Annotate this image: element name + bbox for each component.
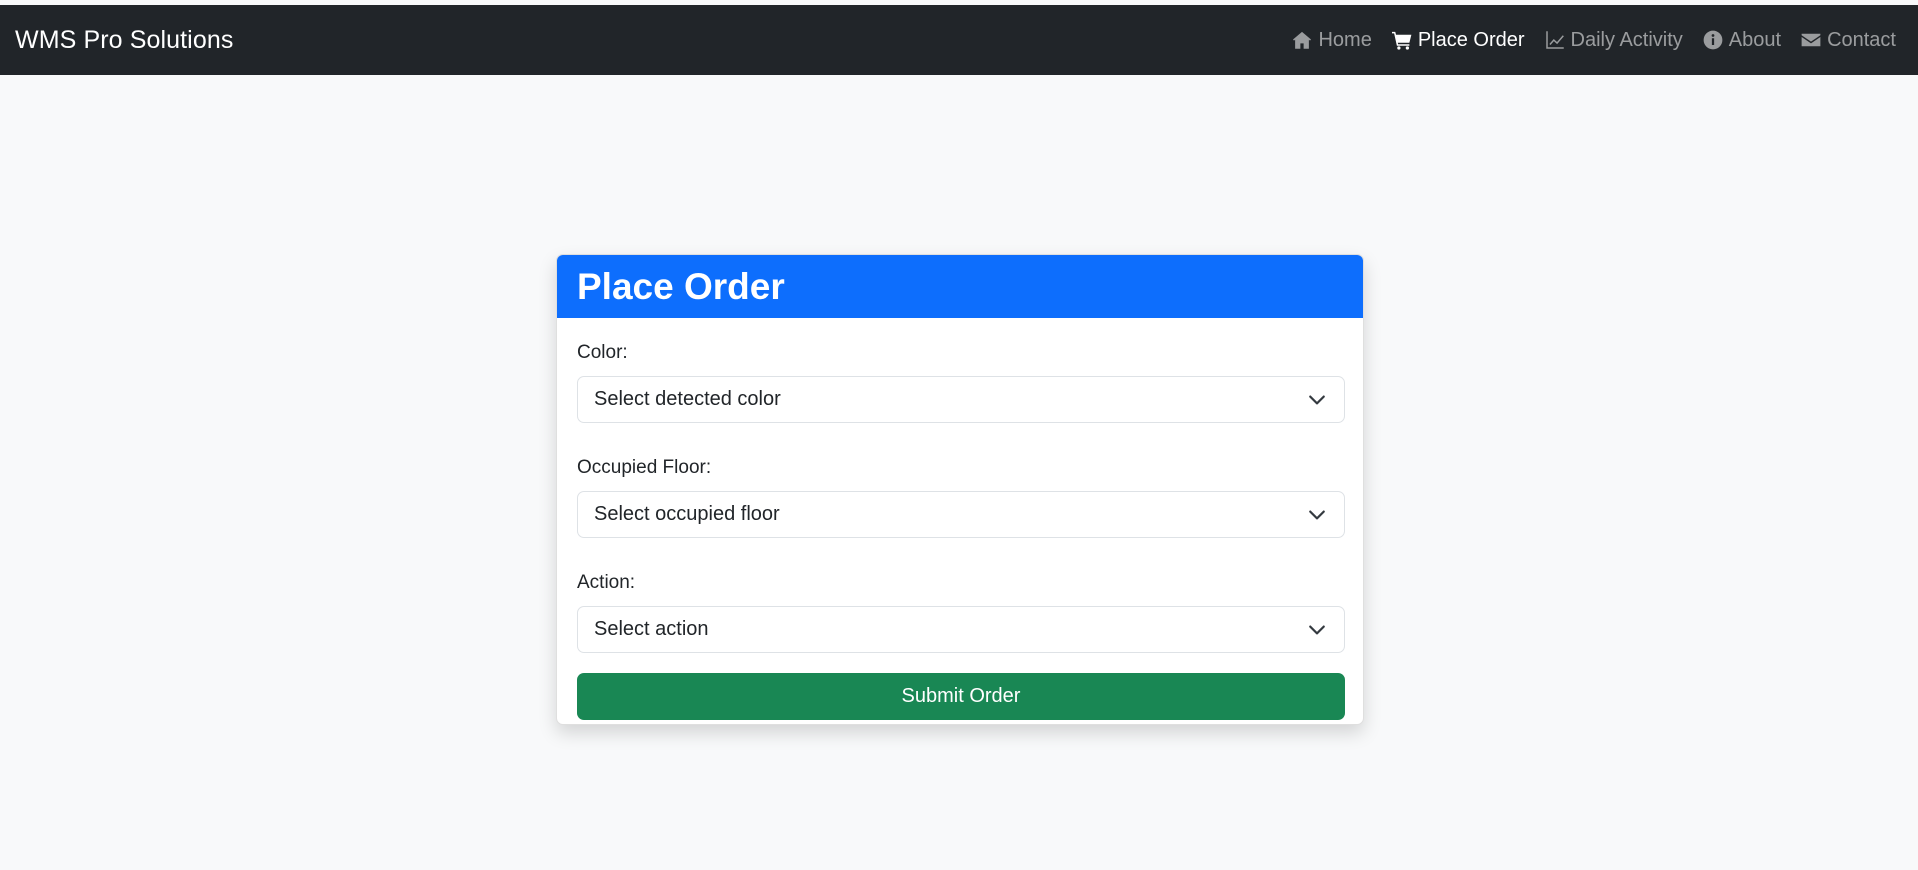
nav-about[interactable]: About xyxy=(1703,29,1781,52)
chart-line-icon xyxy=(1545,31,1564,49)
chevron-down-icon xyxy=(1309,625,1325,635)
nav-home-label: Home xyxy=(1318,28,1372,51)
envelope-icon xyxy=(1801,33,1821,47)
house-icon xyxy=(1293,31,1312,49)
nav-daily-activity[interactable]: Daily Activity xyxy=(1545,29,1683,52)
nav-links: Home Place Order Daily Activity About Co… xyxy=(1292,29,1896,52)
chevron-down-icon xyxy=(1309,395,1325,405)
chevron-down-icon xyxy=(1309,510,1325,520)
nav-contact[interactable]: Contact xyxy=(1801,29,1896,52)
brand-link[interactable]: WMS Pro Solutions xyxy=(15,26,233,55)
navbar: WMS Pro Solutions Home Place Order Daily… xyxy=(0,5,1918,75)
action-select[interactable]: Select action xyxy=(577,606,1345,653)
nav-home[interactable]: Home xyxy=(1292,28,1372,52)
card-title: Place Order xyxy=(557,255,1363,318)
nav-place-order[interactable]: Place Order xyxy=(1391,28,1525,52)
color-select-value: Select detected color xyxy=(594,388,781,410)
info-icon xyxy=(1703,30,1723,50)
nav-about-label: About xyxy=(1728,28,1782,51)
occupied-floor-label: Occupied Floor: xyxy=(577,457,712,478)
action-select-value: Select action xyxy=(594,618,709,640)
submit-order-button[interactable]: Submit Order xyxy=(577,673,1345,720)
occupied-floor-select[interactable]: Select occupied floor xyxy=(577,491,1345,538)
cart-icon xyxy=(1391,31,1412,50)
order-form: Color: Select detected color Occupied Fl… xyxy=(557,318,1363,724)
color-label: Color: xyxy=(577,342,628,363)
color-select[interactable]: Select detected color xyxy=(577,376,1345,423)
nav-daily-activity-label: Daily Activity xyxy=(1570,28,1683,51)
occupied-floor-select-value: Select occupied floor xyxy=(594,503,780,525)
nav-place-order-label: Place Order xyxy=(1417,28,1525,51)
place-order-card: Place Order Color: Select detected color… xyxy=(556,254,1364,725)
action-label: Action: xyxy=(577,572,636,593)
nav-contact-label: Contact xyxy=(1827,28,1896,51)
